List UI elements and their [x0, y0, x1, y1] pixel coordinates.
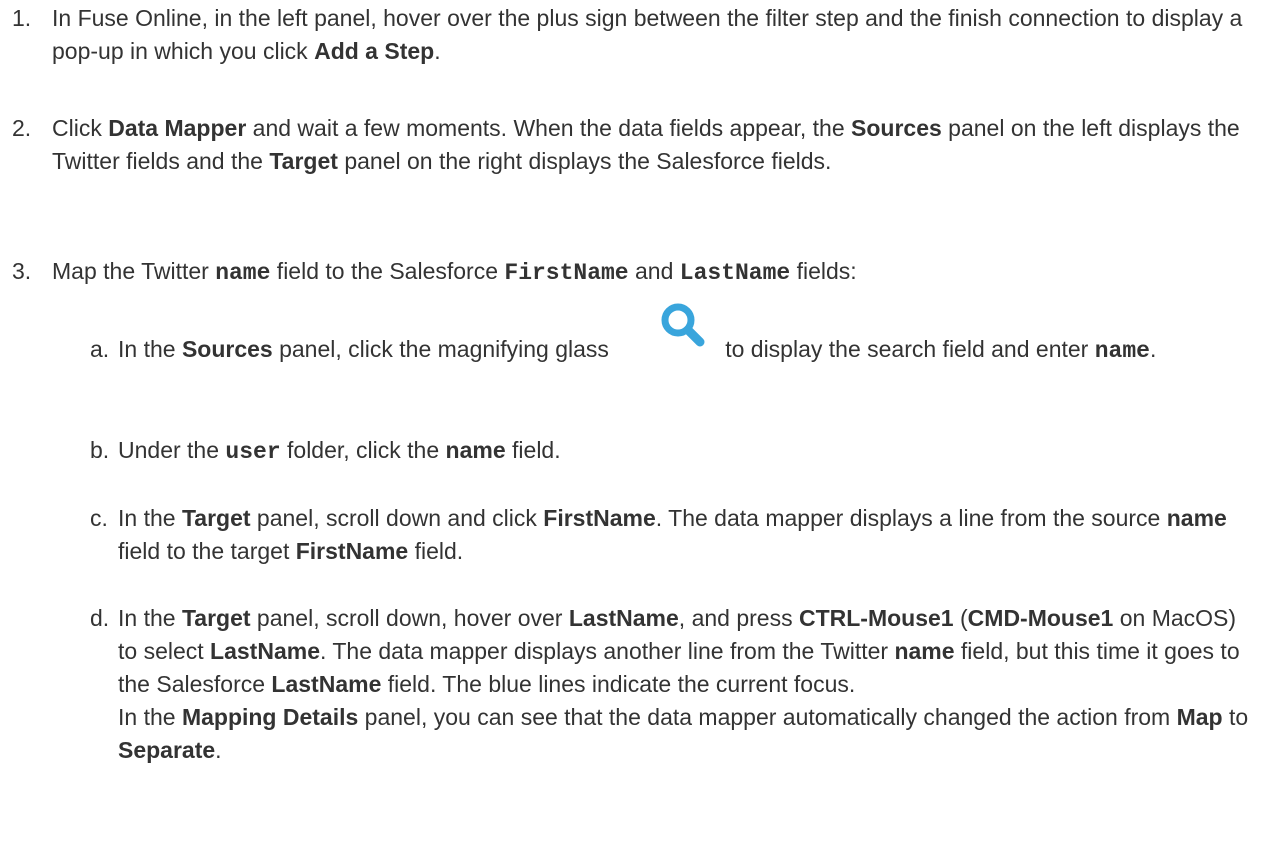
bold-term: name	[445, 437, 506, 463]
text-run: In the	[118, 505, 182, 531]
bold-term: Map	[1176, 704, 1223, 730]
text-run: Click	[52, 115, 109, 141]
text-run: In the	[118, 336, 182, 362]
bold-term: Target	[269, 148, 338, 174]
bold-term: Separate	[118, 737, 216, 763]
bold-term: Target	[181, 605, 251, 631]
code-term: user	[225, 439, 281, 465]
text-run: panel, scroll down and click	[250, 505, 544, 531]
text-run: Map the Twitter	[52, 258, 216, 284]
substep-b-marker: b.	[90, 437, 110, 463]
bold-term: FirstName	[295, 538, 409, 564]
code-term: FirstName	[504, 260, 629, 286]
text-run: .	[1149, 336, 1157, 362]
bold-term: Target	[181, 505, 251, 531]
step-2-marker: 2.	[12, 115, 32, 141]
text-run: (	[953, 605, 968, 631]
text-run: field to the target	[118, 538, 296, 564]
text-run: . The data mapper displays a line from t…	[655, 505, 1167, 531]
text-run: .	[434, 38, 441, 64]
text-run: , and press	[678, 605, 799, 631]
text-run: field to the Salesforce	[270, 258, 505, 284]
text-run: and wait a few moments. When the data fi…	[246, 115, 852, 141]
substep-b-text: Under the user folder, click the name fi…	[118, 434, 1258, 469]
step-1-marker: 1.	[12, 5, 32, 31]
bold-term: name	[1166, 505, 1227, 531]
bold-term: Add a Step	[314, 38, 435, 64]
step-3-marker: 3.	[12, 258, 32, 284]
step-2-text: Click Data Mapper and wait a few moments…	[52, 112, 1252, 178]
bold-term: LastName	[568, 605, 679, 631]
text-run: . The data mapper displays another line …	[319, 638, 895, 664]
substep-a-marker: a.	[90, 336, 110, 362]
magnifying-glass-icon	[661, 303, 705, 347]
substep-d-marker: d.	[90, 605, 110, 631]
bold-term: Sources	[851, 115, 942, 141]
code-term: LastName	[679, 260, 791, 286]
text-run: to	[1222, 704, 1249, 730]
bold-term: Sources	[181, 336, 273, 362]
text-run: .	[215, 737, 222, 763]
text-run: Under the	[118, 437, 226, 463]
text-run: In Fuse Online, in the left panel, hover…	[52, 5, 1243, 64]
substep-d-text: In the Target panel, scroll down, hover …	[118, 602, 1258, 767]
step-1-text: In Fuse Online, in the left panel, hover…	[52, 2, 1252, 68]
text-run: fields:	[790, 258, 857, 284]
substep-c-text: In the Target panel, scroll down and cli…	[118, 502, 1258, 568]
bold-term: LastName	[271, 671, 382, 697]
bold-term: Data Mapper	[108, 115, 247, 141]
magnifier-handle	[683, 325, 705, 347]
text-run: field.	[408, 538, 464, 564]
text-run: panel, scroll down, hover over	[250, 605, 569, 631]
text-run: field. The blue lines indicate the curre…	[381, 671, 856, 697]
text-run: field.	[505, 437, 561, 463]
bold-term: CMD-Mouse1	[967, 605, 1114, 631]
text-run: panel on the right displays the Salesfor…	[337, 148, 832, 174]
bold-term: CTRL-Mouse1	[798, 605, 954, 631]
bold-term: Mapping Details	[181, 704, 359, 730]
text-run: In the	[118, 704, 182, 730]
bold-term: name	[894, 638, 955, 664]
text-run: panel, you can see that the data mapper …	[358, 704, 1177, 730]
step-3-text: Map the Twitter name field to the Salesf…	[52, 255, 1252, 290]
code-term: name	[1094, 338, 1150, 364]
text-run: and	[628, 258, 680, 284]
text-run: folder, click the	[280, 437, 446, 463]
bold-term: FirstName	[543, 505, 656, 531]
code-term: name	[215, 260, 271, 286]
text-run: In the	[118, 605, 182, 631]
substep-c-marker: c.	[90, 505, 108, 531]
bold-term: LastName	[210, 638, 320, 664]
